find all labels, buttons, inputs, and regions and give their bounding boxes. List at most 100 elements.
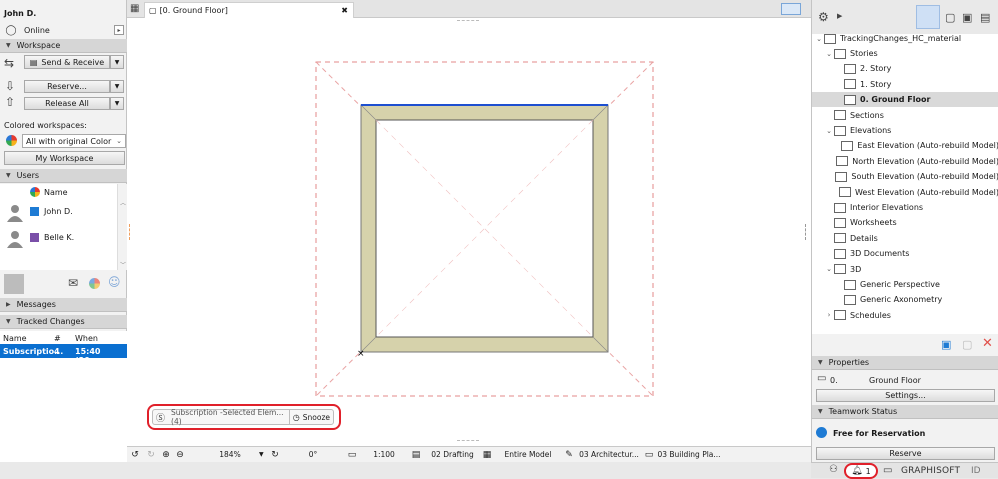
tree-item[interactable]: ⌄ Stories (812, 46, 998, 61)
notification-bell-highlight[interactable]: 🔔︎ 1 (844, 463, 878, 479)
view-grid-icon[interactable]: ▦ (130, 3, 139, 14)
scroll-up-icon[interactable]: ︿ (120, 198, 126, 207)
tree-item[interactable]: 0. Ground Floor (812, 92, 998, 108)
redo-zoom-icon[interactable]: ↻ (143, 450, 159, 460)
left-splitter-handle[interactable] (129, 224, 134, 240)
expand-icon[interactable]: › (824, 311, 834, 319)
rotate-icon[interactable]: ↻ (267, 450, 283, 460)
users-section-header[interactable]: ▼ Users (0, 169, 127, 183)
new-view-icon[interactable]: ▣ (941, 338, 951, 351)
view-item-icon (834, 110, 846, 121)
model-view[interactable]: Entire Model (494, 450, 562, 459)
snooze-button[interactable]: ◷ Snooze (288, 410, 333, 424)
workspace-section-header[interactable]: ▼ Workspace (0, 39, 127, 53)
user-row[interactable]: Belle K. (0, 226, 117, 252)
snooze-label: Snooze (302, 412, 330, 422)
properties-section-header[interactable]: ▼ Properties (812, 356, 998, 370)
scale-value[interactable]: 1:100 (361, 450, 407, 459)
color-palette-icon[interactable] (89, 278, 100, 289)
tree-item[interactable]: › Schedules (812, 308, 998, 323)
close-icon[interactable]: ✖ (341, 6, 348, 15)
teamwork-icon[interactable]: ⚇ (829, 464, 838, 475)
tree-item[interactable]: Generic Axonometry (812, 292, 998, 307)
tree-item[interactable]: North Elevation (Auto-rebuild Model) (812, 154, 998, 169)
tree-item[interactable]: Worksheets (812, 215, 998, 230)
user-badge-icon[interactable] (4, 274, 24, 294)
delete-icon[interactable]: ✕ (982, 336, 993, 351)
tree-item[interactable]: East Elevation (Auto-rebuild Model) (812, 138, 998, 153)
reserve-button-right[interactable]: Reserve (816, 447, 995, 460)
scale-icon[interactable]: ▭ (343, 450, 361, 460)
reserve-dropdown[interactable]: ▼ (110, 80, 124, 93)
users-scrollbar[interactable]: ︿ ﹀ (117, 184, 127, 270)
tree-item[interactable]: Interior Elevations (812, 200, 998, 215)
colored-workspaces-select[interactable]: All with original Color ⌄ (22, 134, 126, 148)
send-receive-dropdown[interactable]: ▼ (110, 55, 124, 69)
messages-section-header[interactable]: ▶ Messages (0, 298, 127, 312)
pen-set[interactable]: 03 Architectur... (576, 450, 642, 459)
tree-item[interactable]: Generic Perspective (812, 277, 998, 292)
send-message-icon[interactable]: ✉ (68, 276, 78, 290)
notification-pill[interactable]: Ⓢ Subscription -Selected Elem... (4) ◷ S… (152, 408, 334, 426)
tab-ground-floor[interactable]: ▢ [0. Ground Floor] ✖ (144, 2, 354, 18)
tree-item[interactable]: Details (812, 231, 998, 246)
right-panel: ⚙ ▶ ▢ ▣ ▤ ⌄ TrackingChanges_HC_material … (811, 0, 998, 478)
tree-item[interactable]: West Elevation (Auto-rebuild Model) (812, 185, 998, 200)
tree-item[interactable]: Sections (812, 108, 998, 123)
tracked-changes-section-header[interactable]: ▼ Tracked Changes (0, 315, 127, 329)
settings-icon[interactable]: ▢ (962, 338, 972, 351)
tree-item[interactable]: South Elevation (Auto-rebuild Model) (812, 169, 998, 184)
table-row[interactable]: Subscriptio... 4 15:40 (20... (0, 344, 127, 365)
bottom-splitter-handle[interactable] (457, 440, 479, 445)
my-workspace-button[interactable]: My Workspace (4, 151, 125, 165)
layer-combination[interactable]: 02 Drafting (425, 450, 480, 459)
right-splitter-handle[interactable] (801, 224, 806, 240)
scroll-down-icon[interactable]: ﹀ (120, 260, 126, 269)
collapse-icon[interactable]: ⌄ (824, 127, 834, 135)
graphisoft-id[interactable]: ID (971, 466, 981, 476)
tree-item-label: 0. Ground Floor (860, 95, 931, 105)
top-splitter-handle[interactable] (457, 20, 479, 25)
layers-icon[interactable]: ▤ (407, 450, 425, 460)
zoom-value[interactable]: 184% (201, 450, 259, 459)
tree-item[interactable]: ⌄ Elevations (812, 123, 998, 138)
user-info-icon[interactable]: ☺ (108, 275, 121, 289)
navigator-icon[interactable] (781, 3, 801, 15)
zoom-out-icon[interactable]: ⊖ (173, 450, 187, 460)
zoom-in-icon[interactable]: ⊕ (159, 450, 173, 460)
tree-item[interactable]: ⌄ 3D (812, 262, 998, 277)
undo-zoom-icon[interactable]: ↺ (127, 450, 143, 460)
dimension-icon[interactable]: ▭ (642, 450, 656, 460)
publisher-icon[interactable]: ▤ (980, 11, 990, 24)
next-arrow-icon[interactable]: ▶ (837, 12, 842, 20)
pen-set-icon[interactable]: ✎ (562, 450, 576, 460)
status-dropdown-icon[interactable]: ▸ (114, 25, 124, 35)
dimension-standard[interactable]: 03 Building Pla... (656, 450, 722, 459)
project-map-icon[interactable] (916, 5, 940, 29)
view-map-icon[interactable]: ▢ (945, 11, 955, 24)
drawing-canvas[interactable]: × Ⓢ Subscription -Selected Elem... (4) ◷… (127, 18, 811, 446)
tree-item[interactable]: 3D Documents (812, 246, 998, 261)
window-icon[interactable]: ▭ (883, 465, 892, 476)
release-all-button[interactable]: Release All (24, 97, 110, 110)
notification-text: Subscription -Selected Elem... (4) (171, 408, 284, 426)
tree-root[interactable]: ⌄ TrackingChanges_HC_material (814, 34, 961, 46)
user-row[interactable]: John D. (0, 200, 117, 226)
collapse-icon[interactable]: ⌄ (824, 50, 834, 58)
online-status-button[interactable]: ◯ Online ▸ (4, 24, 124, 36)
release-all-dropdown[interactable]: ▼ (110, 97, 124, 110)
release-arrow-icon: ⇧ (5, 95, 16, 109)
tree-item[interactable]: 2. Story (812, 61, 998, 76)
settings-button[interactable]: Settings... (816, 389, 995, 402)
model-view-icon[interactable]: ▦ (480, 450, 494, 460)
tree-item-label: Details (850, 233, 878, 243)
teamwork-status-header[interactable]: ▼ Teamwork Status (812, 405, 998, 419)
organizer-icon[interactable]: ⚙ (818, 10, 829, 24)
angle-value[interactable]: 0° (283, 450, 343, 459)
reserve-button[interactable]: Reserve... (24, 80, 110, 93)
layout-book-icon[interactable]: ▣ (962, 11, 972, 24)
tree-item[interactable]: 1. Story (812, 77, 998, 92)
send-receive-button[interactable]: ▤ Send & Receive (24, 55, 110, 69)
dropdown-icon[interactable]: ▼ (259, 451, 267, 458)
collapse-icon[interactable]: ⌄ (824, 265, 834, 273)
